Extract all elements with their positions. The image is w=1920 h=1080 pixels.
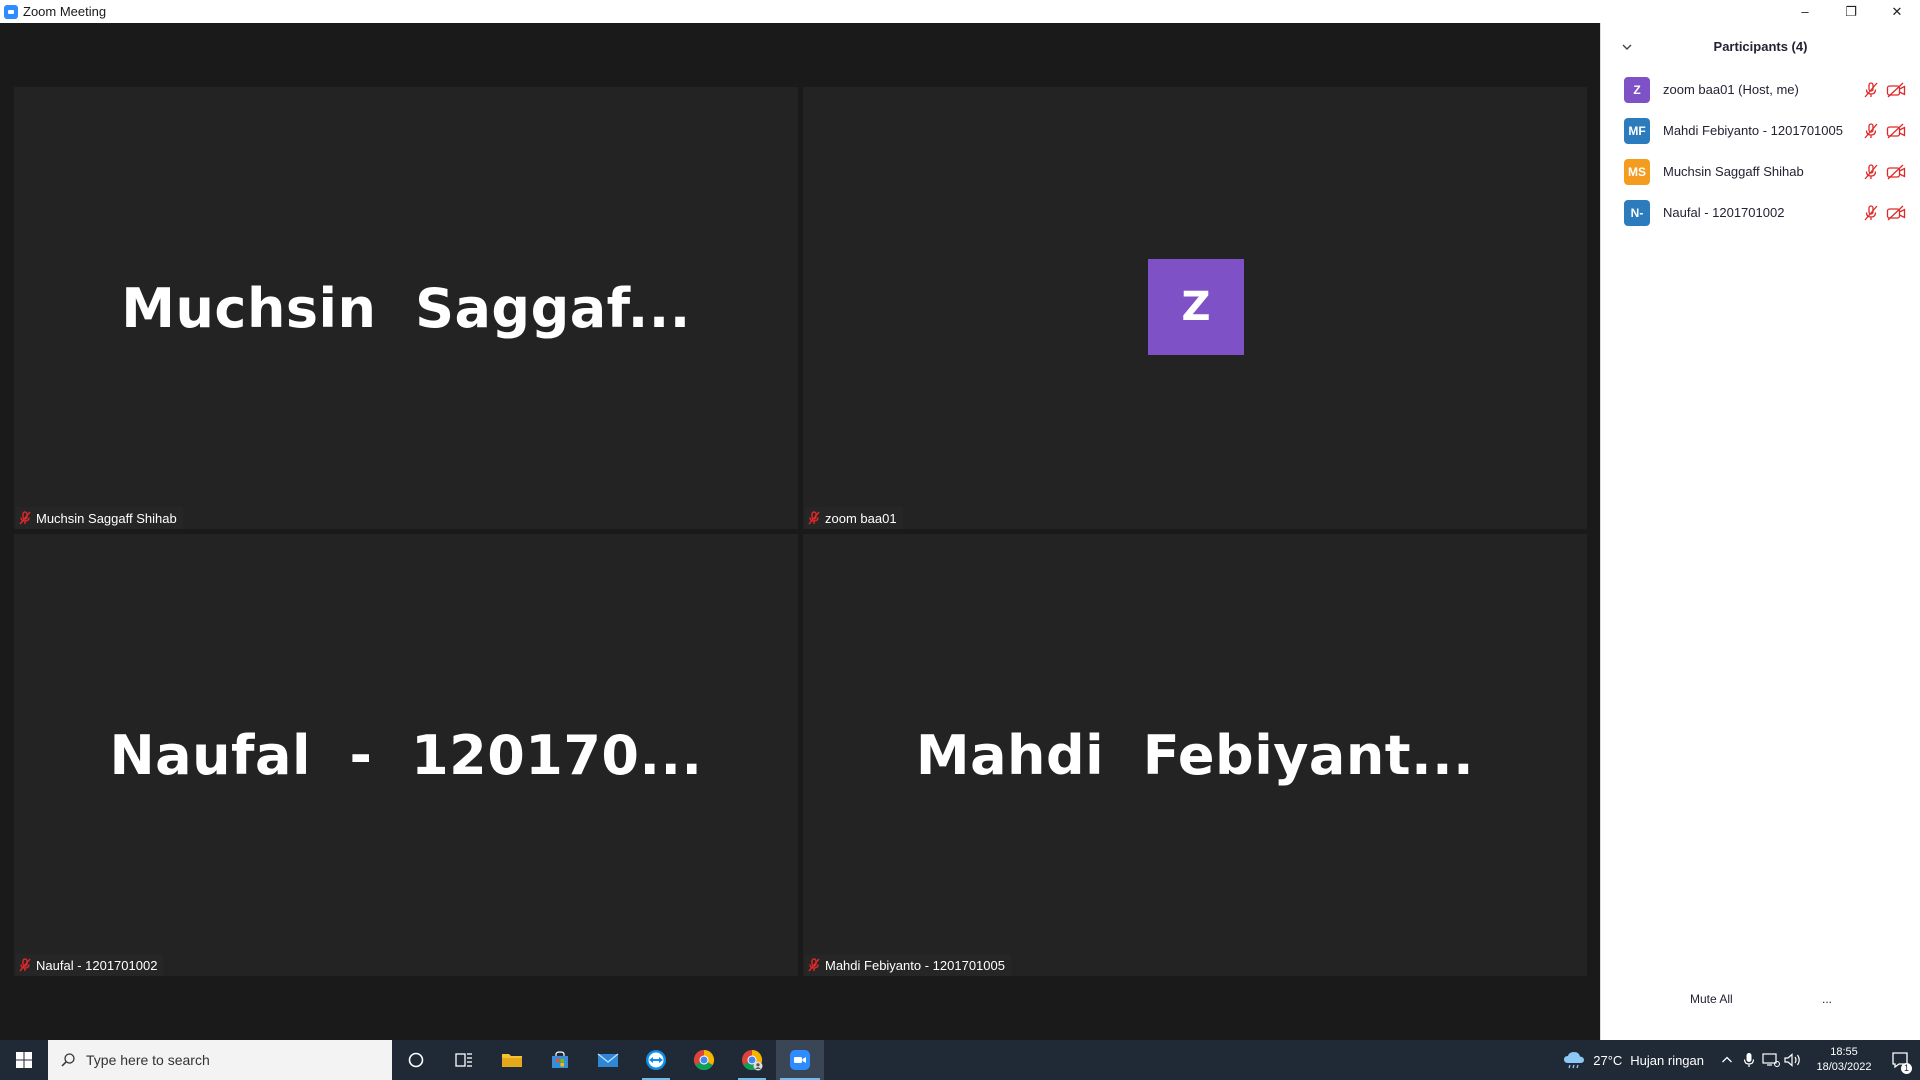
tile-name-tag: Mahdi Febiyanto - 1201701005 (805, 954, 1011, 976)
chevron-down-icon[interactable] (1619, 39, 1635, 55)
volume-icon[interactable] (1782, 1040, 1804, 1080)
mic-muted-icon (808, 511, 820, 525)
clock-time: 18:55 (1830, 1046, 1858, 1058)
mic-muted-icon[interactable] (1862, 81, 1880, 99)
mute-all-button[interactable]: Mute All (1682, 988, 1741, 1010)
participant-name: zoom baa01 (Host, me) (1663, 82, 1799, 97)
minimize-button[interactable]: – (1782, 0, 1828, 23)
participants-title: Participants (4) (1713, 38, 1808, 54)
notification-center-icon[interactable]: 1 (1880, 1040, 1920, 1080)
chrome-profile-icon[interactable] (728, 1040, 776, 1080)
cortana-icon[interactable] (392, 1040, 440, 1080)
tile-name-label: Naufal - 1201701002 (36, 957, 158, 973)
participant-avatar: MS (1624, 158, 1650, 185)
weather-description: Hujan ringan (1630, 1052, 1704, 1068)
tile-name-label: Mahdi Febiyanto - 1201701005 (825, 957, 1005, 973)
network-icon[interactable] (1760, 1040, 1782, 1080)
panel-header: Participants (4) (1601, 23, 1920, 69)
taskbar: Type here to search 27°C Hujan ringan 18… (0, 1040, 1920, 1080)
video-off-icon[interactable] (1886, 163, 1906, 181)
mail-icon[interactable] (584, 1040, 632, 1080)
participant-row[interactable]: Z zoom baa01 (Host, me) (1601, 69, 1920, 110)
participant-row[interactable]: MS Muchsin Saggaff Shihab (1601, 151, 1920, 192)
participant-row[interactable]: N- Naufal - 1201701002 (1601, 192, 1920, 233)
weather-widget[interactable]: 27°C Hujan ringan (1563, 1051, 1704, 1069)
participant-avatar: Z (1624, 76, 1650, 103)
search-placeholder: Type here to search (86, 1052, 210, 1068)
window-title: Zoom Meeting (23, 4, 107, 19)
microphone-icon[interactable] (1738, 1040, 1760, 1080)
tile-name-tag: zoom baa01 (805, 507, 903, 529)
video-off-icon[interactable] (1886, 204, 1906, 222)
participant-name: Naufal - 1201701002 (1663, 205, 1785, 220)
participant-name: Muchsin Saggaff Shihab (1663, 164, 1804, 179)
zoom-app-icon (4, 4, 18, 19)
video-off-icon[interactable] (1886, 122, 1906, 140)
tile-display-name: Mahdi Febiyant... (915, 723, 1475, 787)
tile-name-label: zoom baa01 (825, 510, 897, 526)
meeting-gallery: Muchsin Saggaf... Muchsin Saggaff Shihab… (0, 23, 1600, 1040)
mic-muted-icon (808, 958, 820, 972)
tile-avatar: Z (1148, 259, 1244, 355)
chrome-icon[interactable] (680, 1040, 728, 1080)
taskbar-search-box[interactable]: Type here to search (48, 1040, 392, 1080)
weather-temperature: 27°C (1593, 1052, 1623, 1068)
participant-list: Z zoom baa01 (Host, me) MF Mahdi Febiyan… (1601, 69, 1920, 233)
tile-name-tag: Naufal - 1201701002 (16, 954, 164, 976)
tile-name-label: Muchsin Saggaff Shihab (36, 510, 177, 526)
chevron-up-icon[interactable] (1716, 1040, 1738, 1080)
mic-muted-icon (19, 511, 31, 525)
teamviewer-icon[interactable] (632, 1040, 680, 1080)
more-options-button[interactable]: ... (1816, 988, 1838, 1010)
windows-start-icon[interactable] (0, 1040, 48, 1080)
participant-name: Mahdi Febiyanto - 1201701005 (1663, 123, 1843, 138)
taskbar-clock[interactable]: 18:55 18/03/2022 (1808, 1045, 1880, 1075)
search-icon (61, 1053, 75, 1067)
video-tile-muchsin[interactable]: Muchsin Saggaf... Muchsin Saggaff Shihab (14, 87, 798, 529)
participant-avatar: N- (1624, 199, 1650, 226)
restore-button[interactable]: ❐ (1828, 0, 1874, 23)
video-tile-naufal[interactable]: Naufal - 120170... Naufal - 1201701002 (14, 534, 798, 976)
participants-panel: Participants (4) Z zoom baa01 (Host, me)… (1600, 23, 1920, 1040)
video-off-icon[interactable] (1886, 81, 1906, 99)
participant-row[interactable]: MF Mahdi Febiyanto - 1201701005 (1601, 110, 1920, 151)
video-tile-mahdi[interactable]: Mahdi Febiyant... Mahdi Febiyanto - 1201… (803, 534, 1587, 976)
system-tray: 27°C Hujan ringan 18:55 18/03/2022 1 (1563, 1040, 1920, 1080)
mic-muted-icon (19, 958, 31, 972)
cloud-rain-icon (1564, 1052, 1585, 1069)
clock-date: 18/03/2022 (1816, 1061, 1872, 1073)
mic-muted-icon[interactable] (1862, 204, 1880, 222)
mic-muted-icon[interactable] (1862, 122, 1880, 140)
title-bar: Zoom Meeting – ❐ ✕ (0, 0, 1920, 23)
tile-display-name: Muchsin Saggaf... (121, 276, 691, 340)
window-controls: – ❐ ✕ (1782, 0, 1920, 23)
task-view-icon[interactable] (440, 1040, 488, 1080)
mic-muted-icon[interactable] (1862, 163, 1880, 181)
tile-name-tag: Muchsin Saggaff Shihab (16, 507, 183, 529)
participant-avatar: MF (1624, 117, 1650, 144)
file-explorer-icon[interactable] (488, 1040, 536, 1080)
tile-display-name: Naufal - 120170... (109, 723, 703, 787)
microsoft-store-icon[interactable] (536, 1040, 584, 1080)
video-tile-zoom-baa01[interactable]: Z zoom baa01 (803, 87, 1587, 529)
notification-badge: 1 (1901, 1063, 1912, 1074)
close-button[interactable]: ✕ (1874, 0, 1920, 23)
zoom-taskbar-icon[interactable] (776, 1040, 824, 1080)
panel-footer: Mute All ... (1601, 988, 1920, 1012)
